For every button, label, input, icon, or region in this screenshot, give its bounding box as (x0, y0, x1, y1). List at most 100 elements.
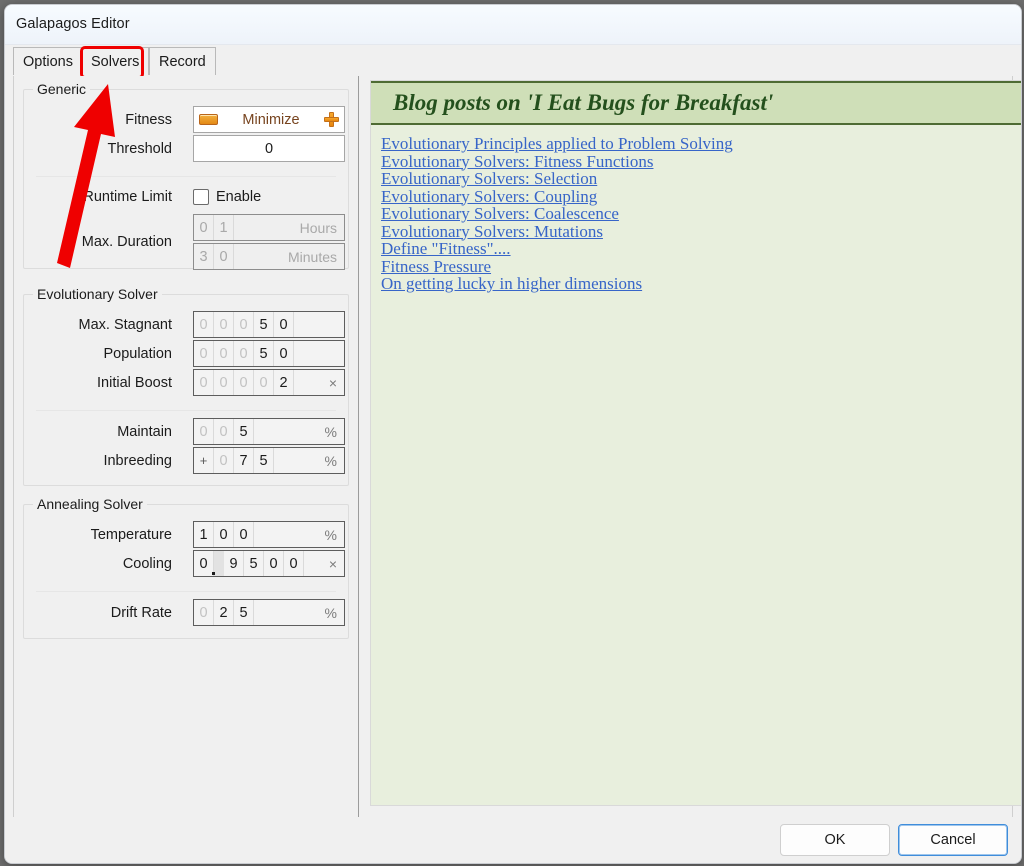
screen: Galapagos Editor Options Solvers Record … (0, 0, 1024, 866)
digit-cell[interactable]: 2 (214, 600, 234, 625)
inbreeding-input[interactable]: + 0 7 5 % (193, 447, 345, 474)
title-bar: Galapagos Editor (5, 5, 1021, 45)
digit-cell[interactable]: 0 (214, 370, 234, 395)
population-input[interactable]: 0 0 0 5 0 (193, 340, 345, 367)
digit-cell[interactable]: 0 (264, 551, 284, 576)
digit-cell[interactable]: 5 (254, 448, 274, 473)
blog-link[interactable]: Evolutionary Solvers: Coupling (381, 187, 1021, 206)
maintain-input[interactable]: 0 0 5 % (193, 418, 345, 445)
label-drift-rate: Drift Rate (110, 605, 172, 621)
group-evolutionary-legend: Evolutionary Solver (33, 286, 162, 302)
tab-record[interactable]: Record (149, 47, 216, 75)
max-stagnant-unit (294, 312, 344, 337)
blog-link[interactable]: Evolutionary Solvers: Mutations (381, 222, 1021, 241)
row-runtime-limit: Runtime Limit Enable (24, 183, 348, 211)
label-cooling: Cooling (122, 556, 172, 572)
digit-cell[interactable]: 1 (194, 522, 214, 547)
digit-cell[interactable]: 5 (254, 341, 274, 366)
drift-rate-unit: % (324, 604, 337, 621)
digit-cell[interactable]: 0 (214, 448, 234, 473)
runtime-limit-checkbox[interactable]: Enable (193, 183, 345, 210)
blog-link[interactable]: Evolutionary Solvers: Coalescence (381, 205, 1021, 223)
digit-cell[interactable]: 0 (234, 312, 254, 337)
digit-cell[interactable]: 0 (234, 522, 254, 547)
window-title: Galapagos Editor (16, 16, 130, 32)
row-temperature: Temperature 1 0 0 % (24, 521, 348, 549)
digit-cell[interactable]: 0 (234, 370, 254, 395)
population-unit (294, 341, 344, 366)
digit-cell[interactable]: 0 (194, 341, 214, 366)
digit-cell[interactable]: 0 (214, 522, 234, 547)
label-population: Population (103, 346, 172, 362)
digit-cell[interactable]: 2 (274, 370, 294, 395)
dialog-footer: OK Cancel (5, 817, 1021, 863)
blog-link-list: Evolutionary Principles applied to Probl… (371, 125, 1021, 293)
sign-cell[interactable]: + (194, 448, 214, 473)
row-maintain: Maintain 0 0 5 % (24, 418, 348, 446)
threshold-input[interactable]: 0 (193, 135, 345, 162)
digit-cell[interactable]: 0 (234, 341, 254, 366)
label-max-stagnant: Max. Stagnant (78, 317, 173, 333)
digit-cell[interactable]: 9 (224, 551, 244, 576)
cooling-unit: × (328, 555, 337, 572)
fitness-selector[interactable]: Minimize (193, 106, 345, 133)
max-duration-minutes-input[interactable]: 3 0 Minutes (193, 243, 345, 270)
digit-cell[interactable]: 0 (214, 244, 234, 269)
checkbox-icon[interactable] (193, 188, 209, 205)
blog-link[interactable]: Fitness Pressure (381, 257, 1021, 276)
minus-icon[interactable] (199, 114, 218, 125)
drift-rate-input[interactable]: 0 2 5 % (193, 599, 345, 626)
divider (36, 176, 336, 177)
blog-link[interactable]: On getting lucky in higher dimensions (381, 275, 1021, 293)
row-threshold: Threshold 0 (24, 135, 348, 163)
group-generic: Generic Fitness Minimize Threshold 0 Run… (23, 81, 349, 271)
ok-button[interactable]: OK (780, 824, 890, 856)
digit-cell[interactable]: 5 (244, 551, 264, 576)
label-initial-boost: Initial Boost (97, 375, 172, 391)
blog-header: Blog posts on 'I Eat Bugs for Breakfast' (371, 81, 1021, 125)
row-initial-boost: Initial Boost 0 0 0 0 2 × (24, 369, 348, 397)
tab-options[interactable]: Options (13, 47, 83, 75)
tab-solvers[interactable]: Solvers (81, 47, 150, 75)
digit-cell[interactable]: 0 (274, 312, 294, 337)
digit-cell[interactable]: 3 (194, 244, 214, 269)
row-max-duration-minutes: 3 0 Minutes (24, 243, 348, 271)
tab-strip: Options Solvers Record (13, 47, 1013, 77)
label-maintain: Maintain (117, 424, 172, 440)
blog-link[interactable]: Define "Fitness".... (381, 240, 1021, 258)
blog-panel: Blog posts on 'I Eat Bugs for Breakfast'… (370, 80, 1021, 806)
digit-cell[interactable]: 0 (254, 370, 274, 395)
digit-cell[interactable]: 0 (274, 341, 294, 366)
blog-link[interactable]: Evolutionary Solvers: Selection (381, 170, 1021, 188)
digit-cell[interactable]: 0 (214, 312, 234, 337)
row-drift-rate: Drift Rate 0 2 5 % (24, 599, 348, 627)
blog-link[interactable]: Evolutionary Principles applied to Probl… (381, 135, 1021, 153)
fitness-value: Minimize (242, 111, 300, 128)
digit-cell[interactable]: 5 (234, 600, 254, 625)
cooling-input[interactable]: 0 9 5 0 0 × (193, 550, 345, 577)
group-evolutionary-solver: Evolutionary Solver Max. Stagnant 0 0 0 … (23, 286, 349, 486)
inbreeding-unit: % (324, 452, 337, 469)
digit-cell[interactable]: 0 (194, 551, 214, 576)
label-runtime-limit: Runtime Limit (83, 189, 172, 205)
cancel-button[interactable]: Cancel (898, 824, 1008, 856)
digit-cell[interactable]: 5 (234, 419, 254, 444)
digit-cell[interactable]: 5 (254, 312, 274, 337)
digit-cell[interactable]: 0 (194, 312, 214, 337)
temperature-input[interactable]: 1 0 0 % (193, 521, 345, 548)
divider (36, 410, 336, 411)
blog-link[interactable]: Evolutionary Solvers: Fitness Functions (381, 152, 1021, 171)
digit-cell[interactable]: 0 (194, 600, 214, 625)
digit-cell[interactable]: 0 (284, 551, 304, 576)
digit-cell[interactable]: 0 (214, 341, 234, 366)
maintain-unit: % (324, 423, 337, 440)
digit-cell[interactable]: 0 (194, 419, 214, 444)
digit-cell[interactable]: 0 (214, 419, 234, 444)
plus-icon[interactable] (324, 112, 339, 127)
tab-content: Generic Fitness Minimize Threshold 0 Run… (13, 76, 1021, 821)
max-stagnant-input[interactable]: 0 0 0 5 0 (193, 311, 345, 338)
digit-cell[interactable]: 7 (234, 448, 254, 473)
initial-boost-input[interactable]: 0 0 0 0 2 × (193, 369, 345, 396)
row-fitness: Fitness Minimize (24, 106, 348, 134)
digit-cell[interactable]: 0 (194, 370, 214, 395)
